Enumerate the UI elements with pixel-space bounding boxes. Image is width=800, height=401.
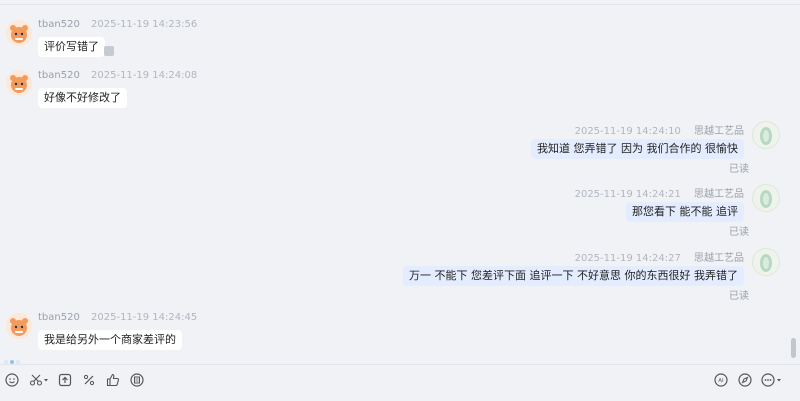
- avatar[interactable]: [6, 313, 32, 339]
- timestamp: 2025-11-19 14:24:08: [91, 70, 198, 81]
- sender-name: 思越工艺品: [694, 253, 744, 264]
- message-meta: 2025-11-19 14:24:21 思越工艺品: [575, 185, 744, 200]
- explore-button[interactable]: [736, 371, 754, 389]
- message-meta: tban520 2025-11-19 14:24:45: [38, 312, 197, 323]
- ai-assistant-button[interactable]: AI: [712, 371, 730, 389]
- jade-product-icon: [753, 122, 779, 148]
- cartoon-avatar-icon: [6, 313, 32, 339]
- message-bubble[interactable]: 万一 不能下 您差评下面 追评一下 不好意思 你的东西很好 我弄错了: [403, 266, 744, 286]
- scrollbar[interactable]: [791, 338, 796, 358]
- message-bubble[interactable]: 评价写错了: [38, 37, 105, 57]
- timestamp: 2025-11-19 14:23:56: [91, 19, 198, 30]
- svg-text:AI: AI: [718, 378, 724, 384]
- avatar[interactable]: [752, 248, 780, 276]
- sender-name: tban520: [38, 312, 80, 323]
- message-bubble[interactable]: 我是给另外一个商家差评的: [38, 330, 182, 350]
- message-bubble[interactable]: 好像不好修改了: [38, 88, 127, 108]
- read-status: 已读: [729, 227, 749, 238]
- screenshot-button[interactable]: [28, 371, 50, 389]
- message-bubble[interactable]: 我知道 您弄错了 因为 我们合作的 很愉快: [531, 139, 744, 159]
- percent-icon: [83, 374, 95, 386]
- jade-product-icon: [753, 249, 779, 275]
- timestamp: 2025-11-19 14:24:10: [574, 126, 681, 137]
- message-meta: tban520 2025-11-19 14:24:08: [38, 70, 197, 81]
- message-meta: 2025-11-19 14:24:27 思越工艺品: [575, 249, 744, 264]
- timestamp: 2025-11-19 14:24:21: [574, 189, 681, 200]
- compass-icon: [738, 373, 752, 387]
- more-icon: [761, 373, 781, 387]
- small-file-icon[interactable]: [104, 46, 114, 56]
- upload-icon: [58, 373, 72, 387]
- sender-name: 思越工艺品: [694, 189, 744, 200]
- message-bubble[interactable]: 那您看下 能不能 追评: [626, 202, 744, 222]
- input-toolbar: AI: [0, 364, 800, 401]
- avatar[interactable]: [752, 121, 780, 149]
- message-meta: tban520 2025-11-19 14:23:56: [38, 19, 197, 30]
- sender-name: 思越工艺品: [694, 126, 744, 137]
- sender-name: tban520: [38, 19, 80, 30]
- recommend-button[interactable]: [104, 371, 122, 389]
- coupon-button[interactable]: [128, 371, 146, 389]
- emoji-button[interactable]: [3, 371, 21, 389]
- jade-product-icon: [753, 185, 779, 211]
- coupon-icon: [130, 373, 144, 387]
- cartoon-avatar-icon: [6, 20, 32, 46]
- upload-button[interactable]: [56, 371, 74, 389]
- timestamp: 2025-11-19 14:24:45: [91, 312, 198, 323]
- avatar[interactable]: [6, 20, 32, 46]
- message-meta: 2025-11-19 14:24:10 思越工艺品: [575, 122, 744, 137]
- ai-icon: AI: [714, 373, 728, 387]
- thumb-up-icon: [106, 373, 120, 387]
- cartoon-avatar-icon: [6, 70, 32, 96]
- avatar[interactable]: [6, 70, 32, 96]
- discount-button[interactable]: [80, 371, 98, 389]
- sender-name: tban520: [38, 70, 80, 81]
- top-divider: [0, 4, 800, 5]
- timestamp: 2025-11-19 14:24:27: [574, 253, 681, 264]
- emoji-icon: [5, 373, 19, 387]
- more-options-button[interactable]: [760, 371, 784, 389]
- read-status: 已读: [729, 164, 749, 175]
- read-status: 已读: [729, 291, 749, 302]
- scissors-icon: [29, 374, 48, 386]
- avatar[interactable]: [752, 184, 780, 212]
